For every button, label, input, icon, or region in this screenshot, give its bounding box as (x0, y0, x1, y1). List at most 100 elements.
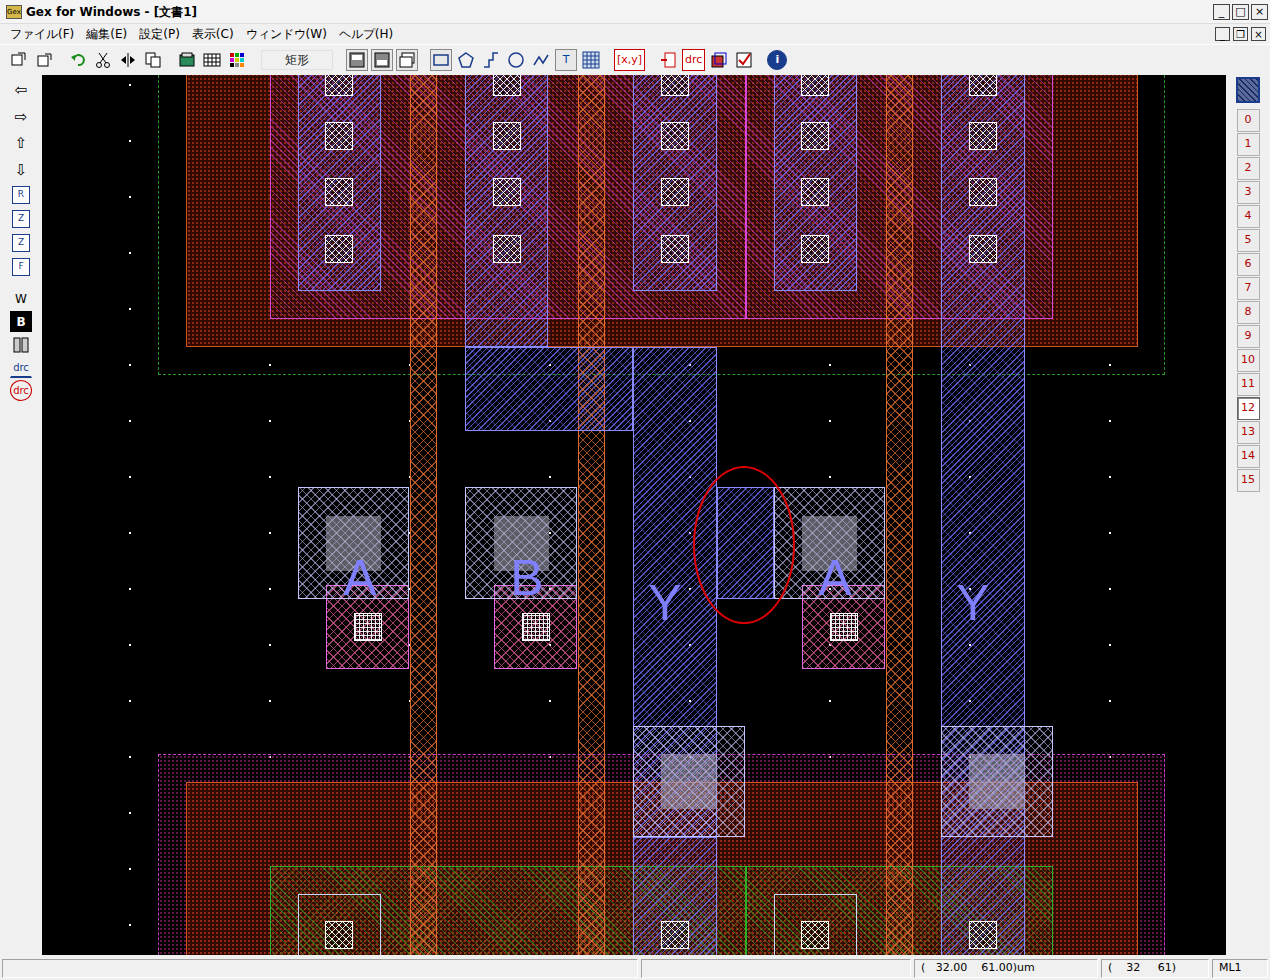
left-tool-button[interactable]: Z (12, 234, 30, 252)
window-button[interactable] (396, 49, 418, 71)
layer-button[interactable]: 2 (1237, 157, 1260, 180)
palette-button[interactable] (226, 49, 248, 71)
via-square[interactable] (969, 754, 1025, 809)
contact-square[interactable] (661, 178, 689, 206)
contact-square[interactable] (325, 921, 353, 949)
circle-button[interactable] (505, 49, 527, 71)
contact-square[interactable] (325, 122, 353, 150)
contact-square[interactable] (661, 75, 689, 96)
poly-gate[interactable] (886, 75, 913, 955)
mirror-button[interactable] (117, 49, 139, 71)
contact-square[interactable] (801, 75, 829, 96)
layer-button[interactable]: 10 (1237, 349, 1260, 372)
hierarchy-button[interactable] (657, 49, 679, 71)
contact-square[interactable] (493, 75, 521, 96)
window-control-button[interactable]: □ (1232, 4, 1249, 20)
copy-button[interactable] (142, 49, 164, 71)
left-tool-button[interactable]: drc (10, 357, 32, 378)
contact-square[interactable] (493, 235, 521, 263)
undo-button[interactable] (67, 49, 89, 71)
mdi-control-button[interactable]: _ (1215, 27, 1230, 41)
layer-front-button[interactable] (346, 49, 368, 71)
poly-contact[interactable] (830, 613, 858, 641)
layer-button[interactable]: 15 (1237, 469, 1260, 492)
menu-item[interactable]: 編集(E) (80, 25, 133, 43)
layer-button[interactable]: 13 (1237, 421, 1260, 444)
left-tool-button[interactable]: ⇦ (10, 78, 32, 103)
net-label[interactable]: Y (648, 578, 681, 628)
contact-square[interactable] (661, 235, 689, 263)
array-button[interactable] (580, 49, 602, 71)
layer-button[interactable]: 9 (1237, 325, 1260, 348)
left-tool-button[interactable]: F (12, 258, 30, 276)
layer-button[interactable]: 0 (1237, 109, 1260, 132)
contact-square[interactable] (969, 235, 997, 263)
export-button[interactable] (33, 49, 55, 71)
left-tool-button[interactable]: drc (10, 380, 32, 401)
layer-pattern-icon[interactable] (1236, 77, 1260, 103)
left-tool-button[interactable]: ⇨ (10, 105, 32, 130)
text_tool-button[interactable]: T (555, 49, 577, 71)
left-tool-button[interactable]: B (10, 311, 32, 332)
contact-square[interactable] (661, 122, 689, 150)
contact-square[interactable] (325, 178, 353, 206)
poly-contact[interactable] (354, 613, 382, 641)
cell-button[interactable] (708, 49, 730, 71)
layer-button[interactable]: 1 (1237, 133, 1260, 156)
rectangle-button[interactable] (430, 49, 452, 71)
poly-contact[interactable] (522, 613, 550, 641)
layer-button[interactable]: 6 (1237, 253, 1260, 276)
layer-button[interactable]: 4 (1237, 205, 1260, 228)
line-button[interactable] (530, 49, 552, 71)
menu-item[interactable]: 設定(P) (133, 25, 186, 43)
menu-item[interactable]: ウィンドウ(W) (240, 25, 333, 43)
contact-square[interactable] (325, 75, 353, 96)
window-control-button[interactable]: × (1251, 4, 1268, 20)
layer-button[interactable]: 3 (1237, 181, 1260, 204)
contact-square[interactable] (661, 921, 689, 949)
library-button[interactable] (176, 49, 198, 71)
left-tool-button[interactable]: ⇧ (10, 131, 32, 156)
poly-gate[interactable] (410, 75, 437, 955)
left-tool-button[interactable]: R (12, 186, 30, 204)
contact-square[interactable] (969, 921, 997, 949)
net-label[interactable]: A (343, 553, 376, 603)
layer-back-button[interactable] (371, 49, 393, 71)
contact-square[interactable] (969, 178, 997, 206)
layer-button[interactable]: 11 (1237, 373, 1260, 396)
layer-button[interactable]: 7 (1237, 277, 1260, 300)
contact-square[interactable] (493, 122, 521, 150)
via-square[interactable] (661, 754, 717, 809)
metal-rect[interactable] (465, 75, 548, 347)
open-button[interactable] (8, 49, 30, 71)
metal-rect[interactable] (717, 487, 774, 599)
layer-button[interactable]: 12 (1237, 397, 1260, 420)
cut-button[interactable] (92, 49, 114, 71)
menu-item[interactable]: ファイル(F) (4, 25, 80, 43)
left-tool-button[interactable]: W (10, 288, 32, 309)
poly-gate[interactable] (578, 75, 605, 955)
left-tool-button[interactable]: Z (12, 210, 30, 228)
layer-button[interactable]: 8 (1237, 301, 1260, 324)
contact-square[interactable] (493, 178, 521, 206)
stack-button[interactable] (10, 334, 32, 355)
contact-square[interactable] (969, 75, 997, 96)
path-button[interactable] (480, 49, 502, 71)
layout-canvas[interactable]: ABYAY (42, 75, 1226, 955)
layer-button[interactable]: 14 (1237, 445, 1260, 468)
menu-item[interactable]: 表示(C) (186, 25, 240, 43)
mdi-control-button[interactable]: × (1251, 27, 1266, 41)
polygon-button[interactable] (455, 49, 477, 71)
left-tool-button[interactable]: ⇩ (10, 158, 32, 183)
xy-button[interactable]: [x,y] (614, 49, 645, 71)
net-label[interactable]: B (510, 553, 543, 603)
mdi-control-button[interactable]: ❐ (1233, 27, 1248, 41)
contact-square[interactable] (801, 122, 829, 150)
contact-square[interactable] (969, 122, 997, 150)
contact-square[interactable] (801, 178, 829, 206)
contact-square[interactable] (801, 921, 829, 949)
net-label[interactable]: A (818, 553, 851, 603)
grid-button[interactable] (201, 49, 223, 71)
contact-square[interactable] (325, 235, 353, 263)
net-label[interactable]: Y (956, 578, 989, 628)
